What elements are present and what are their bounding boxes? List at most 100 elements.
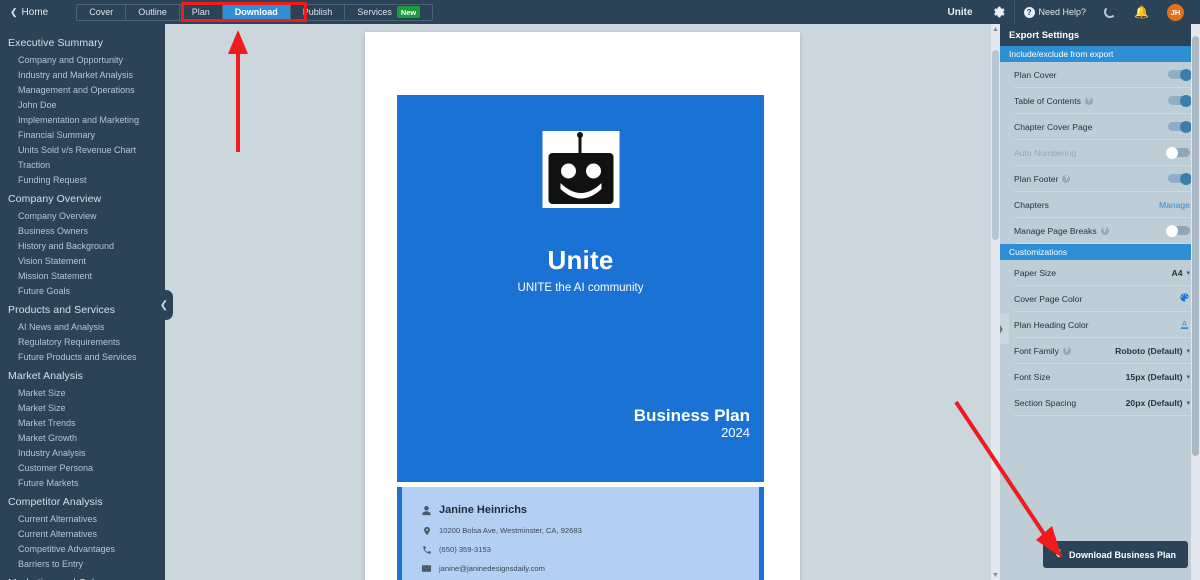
setting-label: Manage Page Breaks (1014, 225, 1097, 236)
setting-value[interactable]: 20px (Default) (1126, 398, 1183, 408)
canvas-scrollbar[interactable]: ▲ ▼ (991, 24, 1000, 580)
setting-row-chapter-cover-page: Chapter Cover Page (1000, 114, 1200, 139)
sidebar-item-history-and-background[interactable]: History and Background (0, 238, 165, 253)
tab-download[interactable]: Download (222, 4, 291, 20)
sidebar-item-regulatory-requirements[interactable]: Regulatory Requirements (0, 334, 165, 349)
sidebar-item-management-and-operations[interactable]: Management and Operations (0, 82, 165, 97)
tab-outline[interactable]: Outline (126, 4, 180, 20)
sidebar-item-market-size[interactable]: Market Size (0, 400, 165, 415)
sidebar-group-title[interactable]: Marketing and Sales (0, 571, 165, 580)
download-business-plan-button[interactable]: ⬇ Download Business Plan (1042, 541, 1188, 568)
outline-sidebar[interactable]: Executive Summary Company and Opportunity… (0, 24, 165, 580)
sidebar-item-industry-analysis[interactable]: Industry Analysis (0, 445, 165, 460)
notifications-button[interactable]: 🔔 (1125, 0, 1158, 24)
sidebar-item-customer-persona[interactable]: Customer Persona (0, 460, 165, 475)
sidebar-item-traction[interactable]: Traction (0, 157, 165, 172)
sidebar-item-ai-news-and-analysis[interactable]: AI News and Analysis (0, 319, 165, 334)
sidebar-item-future-goals[interactable]: Future Goals (0, 283, 165, 298)
sidebar-item-john-doe[interactable]: John Doe (0, 97, 165, 112)
home-button[interactable]: ❮ Home (0, 0, 58, 24)
avatar: JH (1167, 3, 1184, 21)
settings-button[interactable] (982, 0, 1014, 24)
scroll-up-icon[interactable]: ▲ (991, 24, 1000, 34)
robot-logo-icon (542, 131, 619, 208)
sidebar-item-units-sold-v-s-revenue-chart[interactable]: Units Sold v/s Revenue Chart (0, 142, 165, 157)
top-bar-right: Unite ? Need Help? 🔔 JH (939, 0, 1200, 24)
scroll-down-icon[interactable]: ▼ (991, 570, 1000, 580)
user-menu[interactable]: JH (1158, 0, 1193, 24)
sidebar-item-current-alternatives[interactable]: Current Alternatives (0, 526, 165, 541)
cover-subtitle: UNITE the AI community (517, 282, 644, 294)
sidebar-item-implementation-and-marketing[interactable]: Implementation and Marketing (0, 112, 165, 127)
document-page: Unite UNITE the AI community Business Pl… (365, 32, 800, 580)
sidebar-item-funding-request[interactable]: Funding Request (0, 172, 165, 187)
tab-cover[interactable]: Cover (77, 4, 127, 20)
tab-outline-label: Outline (138, 7, 167, 17)
sidebar-item-current-alternatives[interactable]: Current Alternatives (0, 511, 165, 526)
brand-name: Unite (947, 6, 973, 18)
sidebar-item-mission-statement[interactable]: Mission Statement (0, 268, 165, 283)
setting-row-chapters: Chapters Manage (1000, 192, 1200, 217)
sidebar-item-barriers-to-entry[interactable]: Barriers to Entry (0, 556, 165, 571)
sidebar-group-title[interactable]: Products and Services (0, 298, 165, 319)
text-color-icon[interactable]: A (1179, 318, 1190, 332)
setting-label: Paper Size (1014, 267, 1057, 278)
info-icon[interactable]: ? (1062, 346, 1071, 355)
sidebar-item-company-overview[interactable]: Company Overview (0, 208, 165, 223)
sidebar-item-company-and-opportunity[interactable]: Company and Opportunity (0, 52, 165, 67)
sidebar-item-industry-and-market-analysis[interactable]: Industry and Market Analysis (0, 67, 165, 82)
sidebar-item-market-trends[interactable]: Market Trends (0, 415, 165, 430)
sidebar-item-market-size[interactable]: Market Size (0, 385, 165, 400)
chevron-left-icon: ❮ (159, 299, 169, 311)
sidebar-group-title[interactable]: Executive Summary (0, 31, 165, 52)
cover-hero: Unite UNITE the AI community Business Pl… (397, 95, 764, 482)
toggle-plan-footer[interactable] (1168, 172, 1192, 185)
sidebar-collapse-button[interactable]: ❮ (155, 290, 173, 320)
tab-plan[interactable]: Plan (180, 4, 223, 20)
sidebar-item-financial-summary[interactable]: Financial Summary (0, 127, 165, 142)
manage-chapters-link[interactable]: Manage (1159, 200, 1190, 210)
sidebar-group-title[interactable]: Company Overview (0, 187, 165, 208)
panel-scrollbar[interactable] (1191, 24, 1200, 580)
chevron-down-icon: ▾ (1186, 373, 1190, 381)
sidebar-item-competitive-advantages[interactable]: Competitive Advantages (0, 541, 165, 556)
cover-plan-label-block: Business Plan 2024 (634, 406, 750, 442)
sidebar-item-future-markets[interactable]: Future Markets (0, 475, 165, 490)
canvas-scroll-thumb[interactable] (992, 50, 999, 240)
tab-services[interactable]: Services New (345, 5, 432, 20)
setting-value[interactable]: Roboto (Default) (1115, 346, 1182, 356)
setting-value[interactable]: 15px (Default) (1126, 372, 1183, 382)
contact-email: janine@janinedesignsdaily.com (439, 564, 545, 573)
tab-publish[interactable]: Publish (291, 4, 346, 20)
sidebar-item-business-owners[interactable]: Business Owners (0, 223, 165, 238)
main-tabs: Cover Outline Plan Download Publish Serv… (76, 3, 434, 21)
setting-row-font-size: Font Size 15px (Default) ▾ (1000, 364, 1200, 389)
info-icon[interactable]: ? (1084, 96, 1093, 105)
svg-text:A: A (1182, 318, 1187, 327)
palette-icon[interactable] (1179, 292, 1190, 305)
sidebar-item-market-growth[interactable]: Market Growth (0, 430, 165, 445)
need-help-button[interactable]: ? Need Help? (1015, 0, 1096, 24)
export-settings-title: Export Settings (1000, 24, 1200, 46)
person-icon (419, 505, 434, 516)
sidebar-group-title[interactable]: Competitor Analysis (0, 490, 165, 511)
panel-scroll-thumb[interactable] (1192, 36, 1199, 456)
toggle-manage-page-breaks[interactable] (1166, 224, 1190, 237)
toggle-knob (1166, 146, 1178, 159)
chevron-down-icon: ▾ (1186, 399, 1190, 407)
toggle-auto-numbering[interactable] (1166, 146, 1190, 159)
setting-row-table-of-contents: Table of Contents? (1000, 88, 1200, 113)
toggle-chapter-cover-page[interactable] (1168, 120, 1192, 133)
spinner-icon (1104, 6, 1117, 18)
setting-value[interactable]: A4 (1171, 268, 1182, 278)
toggle-plan-cover[interactable] (1168, 68, 1192, 81)
info-icon[interactable]: ? (1100, 226, 1109, 235)
panel-collapse-button[interactable]: ❯ (1000, 314, 1009, 344)
phone-icon (419, 545, 434, 555)
info-icon[interactable]: ? (1062, 174, 1071, 183)
sidebar-item-future-products-and-services[interactable]: Future Products and Services (0, 349, 165, 364)
sidebar-item-vision-statement[interactable]: Vision Statement (0, 253, 165, 268)
sidebar-group-title[interactable]: Market Analysis (0, 364, 165, 385)
toggle-table-of-contents[interactable] (1168, 94, 1192, 107)
loading-indicator (1095, 0, 1125, 24)
